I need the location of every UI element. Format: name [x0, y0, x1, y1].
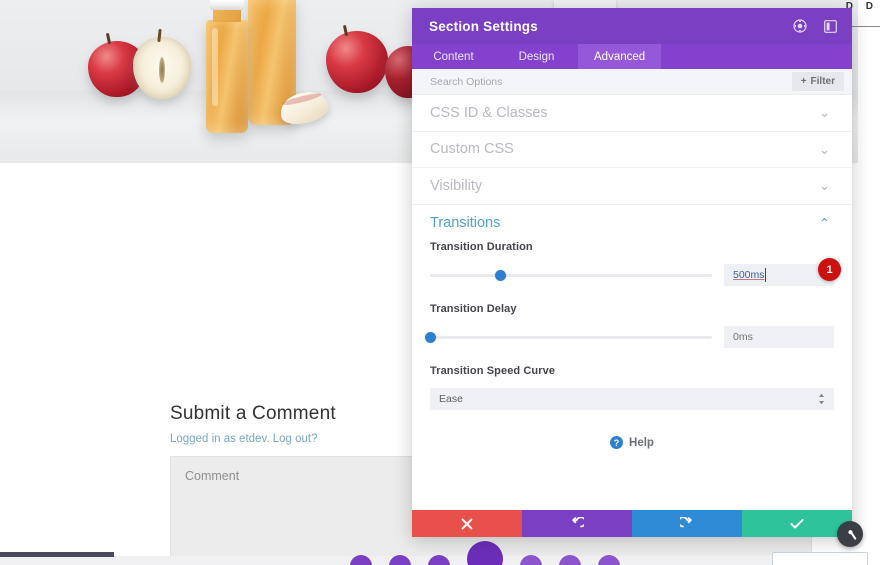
select-value: Ease: [439, 393, 463, 405]
bottom-right-field[interactable]: [772, 552, 868, 565]
transition-duration-row: 1: [430, 258, 841, 286]
transition-delay-label: Transition Delay: [430, 303, 517, 315]
bottom-left-strip: [0, 552, 114, 557]
apple-right: [326, 31, 388, 93]
undo-icon: [572, 516, 584, 527]
panel-title: Section Settings: [429, 18, 538, 34]
search-row: + Filter: [412, 69, 852, 95]
accordion-label: Custom CSS: [430, 141, 514, 158]
toolbar-dot[interactable]: [559, 555, 581, 565]
juice-bottle-front: [206, 20, 248, 133]
help-label: Help: [629, 436, 654, 449]
tab-advanced[interactable]: Advanced: [578, 44, 662, 69]
accordion-css-id-classes[interactable]: CSS ID & Classes ⌄: [412, 95, 852, 132]
accordion-label: Transitions: [430, 214, 501, 231]
accordion-label: Visibility: [430, 177, 483, 194]
chevron-down-icon: ⌄: [819, 178, 830, 194]
help-link[interactable]: ? Help: [430, 436, 834, 449]
chevron-up-icon: ⌄: [819, 215, 830, 231]
close-icon: [461, 518, 473, 529]
search-input[interactable]: [430, 75, 792, 88]
toolbar-dot[interactable]: [598, 555, 620, 565]
select-arrows-icon: [818, 393, 825, 405]
text-caret: [765, 268, 766, 282]
transition-duration-input-wrap: 1: [724, 258, 841, 286]
transition-delay-input-wrap: [724, 326, 834, 348]
panel-tabs: Content Design Advanced: [412, 44, 852, 69]
accordion-transitions[interactable]: Transitions ⌄: [412, 205, 852, 242]
toolbar-dot[interactable]: [389, 555, 411, 565]
slider-handle[interactable]: [495, 269, 506, 281]
accordion-custom-css[interactable]: Custom CSS ⌄: [412, 132, 852, 168]
transition-duration-slider[interactable]: [430, 269, 712, 281]
apple-half: [133, 37, 191, 99]
builder-toolbar-dots[interactable]: [350, 541, 620, 565]
transition-delay-input[interactable]: [724, 326, 834, 348]
section-settings-panel: Section Settings Content Design Advanced…: [412, 8, 852, 537]
transition-duration-label: Transition Duration: [430, 241, 533, 253]
undo-button[interactable]: [522, 510, 632, 537]
toolbar-dot[interactable]: [350, 555, 372, 565]
step-badge-1: 1: [818, 258, 841, 281]
redo-icon: [680, 516, 692, 527]
field-transition-duration: Transition Duration 1: [430, 241, 841, 286]
chevron-down-icon: ⌄: [819, 105, 830, 121]
redo-button[interactable]: [632, 510, 742, 537]
panel-header-icons: [792, 19, 838, 34]
transitions-fields: Transition Duration 1 Transition Delay: [412, 241, 852, 449]
transition-delay-slider[interactable]: [424, 331, 712, 343]
expand-icon[interactable]: [792, 19, 807, 34]
panel-peek-strip: [554, 0, 616, 8]
layout-toggle-icon[interactable]: [823, 19, 838, 34]
field-transition-speed-curve: Transition Speed Curve Ease: [430, 365, 834, 410]
tab-content[interactable]: Content: [412, 44, 495, 69]
panel-header: Section Settings: [412, 8, 852, 44]
bottle-cap: [210, 0, 244, 10]
toolbar-dot-primary[interactable]: [467, 541, 503, 565]
cancel-button[interactable]: [412, 510, 522, 537]
chevron-down-icon: ⌄: [819, 141, 830, 157]
question-mark-icon: ?: [610, 436, 624, 449]
toolbar-dot[interactable]: [428, 555, 450, 565]
panel-body: CSS ID & Classes ⌄ Custom CSS ⌄ Visibili…: [412, 95, 852, 510]
screen-root: Submit a Comment Logged in as etdev. Log…: [0, 0, 880, 565]
filter-button-label: Filter: [810, 76, 835, 87]
slider-handle[interactable]: [424, 331, 436, 343]
transition-speed-curve-select[interactable]: Ease: [430, 388, 834, 410]
plus-icon: +: [800, 76, 807, 87]
accordion-visibility[interactable]: Visibility ⌄: [412, 168, 852, 205]
transition-delay-row: [424, 326, 834, 348]
check-icon: [790, 518, 804, 529]
field-transition-delay: Transition Delay: [424, 303, 834, 348]
save-button[interactable]: [742, 510, 852, 537]
resize-handle-icon[interactable]: [837, 521, 863, 547]
toolbar-dot[interactable]: [520, 555, 542, 565]
filter-button[interactable]: + Filter: [791, 72, 844, 91]
tab-design[interactable]: Design: [495, 44, 578, 69]
panel-footer: [412, 510, 852, 537]
accordion-label: CSS ID & Classes: [430, 104, 548, 121]
transition-speed-curve-label: Transition Speed Curve: [430, 365, 556, 377]
